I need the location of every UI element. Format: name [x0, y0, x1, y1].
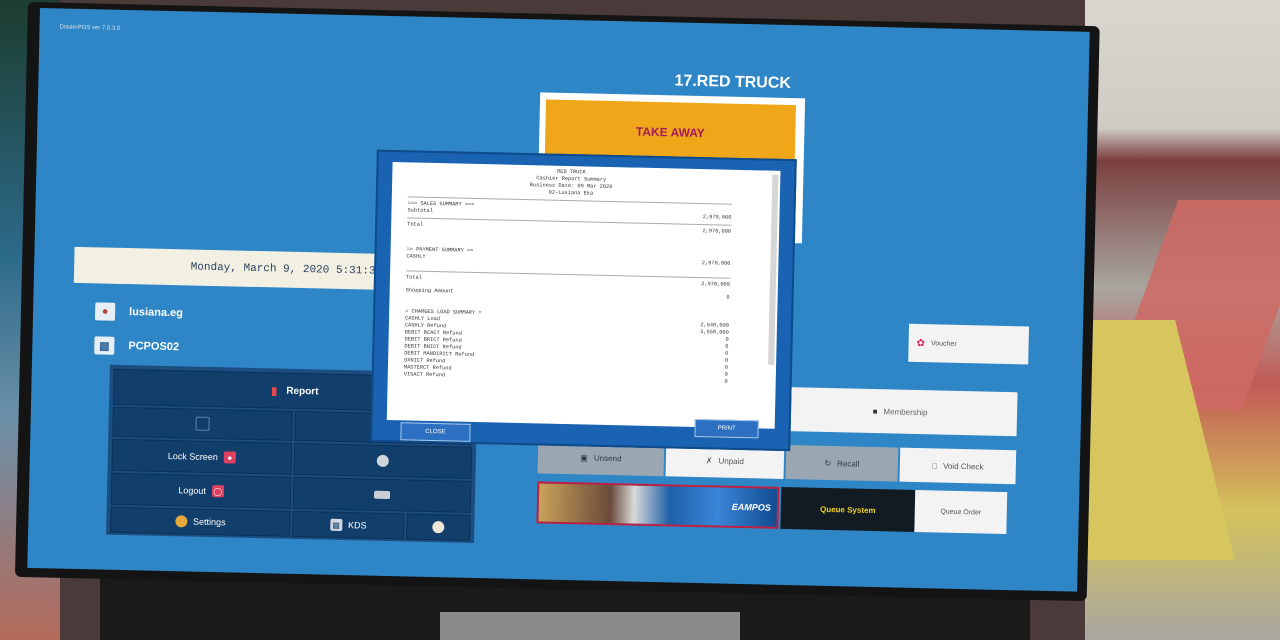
- lock-screen-label: Lock Screen: [167, 451, 218, 463]
- unpaid-label: Unpaid: [718, 456, 745, 466]
- recall-icon: ↻: [824, 458, 832, 468]
- user-row: ● lusiana.eg: [94, 302, 184, 322]
- monitor-foot: [440, 612, 740, 640]
- membership-button[interactable]: ■ Membership: [782, 386, 1018, 437]
- voucher-button[interactable]: ✿ Voucher: [908, 323, 1030, 365]
- user-icon: ●: [94, 302, 116, 321]
- membership-icon: ■: [872, 406, 878, 416]
- logout-label: Logout: [178, 485, 206, 496]
- kds-label: KDS: [347, 520, 367, 531]
- membership-label: Membership: [883, 406, 928, 417]
- queue-order-button[interactable]: Queue Order: [914, 489, 1008, 535]
- smile-icon: [432, 521, 445, 534]
- unsend-label: Unsend: [593, 453, 622, 463]
- datetime-display: Monday, March 9, 2020 5:31:30: [73, 246, 395, 291]
- menu-button-blank-3[interactable]: [293, 442, 473, 479]
- settings-label: Settings: [193, 516, 226, 528]
- report-dialog: RED TRUCK Cashier Report Summary Busines…: [370, 149, 797, 452]
- power-icon: ◯: [211, 485, 224, 498]
- bar-chart-icon: ▮: [271, 384, 278, 397]
- voucher-icon: ✿: [916, 337, 926, 349]
- report-receipt: RED TRUCK Cashier Report Summary Busines…: [386, 162, 781, 429]
- menu-button-blank-5[interactable]: [406, 513, 471, 541]
- void-check-label: Void Check: [942, 461, 984, 472]
- report-label: Report: [286, 385, 319, 397]
- lock-icon: ●: [223, 451, 237, 464]
- menu-button-blank-1[interactable]: [112, 406, 293, 441]
- unpaid-icon: ✗: [705, 455, 713, 465]
- promo-banner: EAMPOS: [536, 481, 780, 529]
- print-button[interactable]: PRINT: [694, 418, 759, 439]
- clock-icon: [376, 454, 389, 468]
- recall-button[interactable]: ↻ Recall: [785, 445, 899, 482]
- table-title: 17.RED TRUCK: [674, 72, 792, 93]
- terminal-name: PCPOS02: [128, 340, 180, 354]
- void-check-icon: □: [932, 460, 938, 470]
- void-check-button[interactable]: □ Void Check: [899, 447, 1017, 485]
- people-icon: [174, 515, 188, 528]
- computer-icon: ▩: [94, 336, 115, 355]
- monitor-icon: ▩: [329, 518, 343, 531]
- unsend-icon: ▣: [580, 452, 589, 463]
- user-name: lusiana.eg: [128, 306, 184, 320]
- voucher-label: Voucher: [930, 339, 957, 348]
- app-version: DreamPOS ver 7.0.3.0: [59, 24, 121, 32]
- promo-banner-text: EAMPOS: [731, 501, 771, 513]
- settings-button[interactable]: Settings: [110, 506, 291, 537]
- logout-button[interactable]: Logout ◯: [110, 472, 292, 509]
- document-icon: [195, 416, 210, 431]
- recall-label: Recall: [837, 458, 860, 469]
- pos-screen: DreamPOS ver 7.0.3.0 17.RED TRUCK TAKE A…: [27, 8, 1090, 592]
- kds-button[interactable]: ▩ KDS: [292, 510, 405, 540]
- menu-button-blank-4[interactable]: [292, 476, 472, 513]
- queue-system-button[interactable]: Queue System: [780, 486, 916, 532]
- terminal-row: ▩ PCPOS02: [94, 336, 179, 356]
- close-button[interactable]: CLOSE: [400, 422, 471, 442]
- lock-screen-button[interactable]: Lock Screen ●: [111, 438, 293, 475]
- card-icon: [373, 490, 391, 500]
- receipt-scrollbar[interactable]: [768, 174, 779, 365]
